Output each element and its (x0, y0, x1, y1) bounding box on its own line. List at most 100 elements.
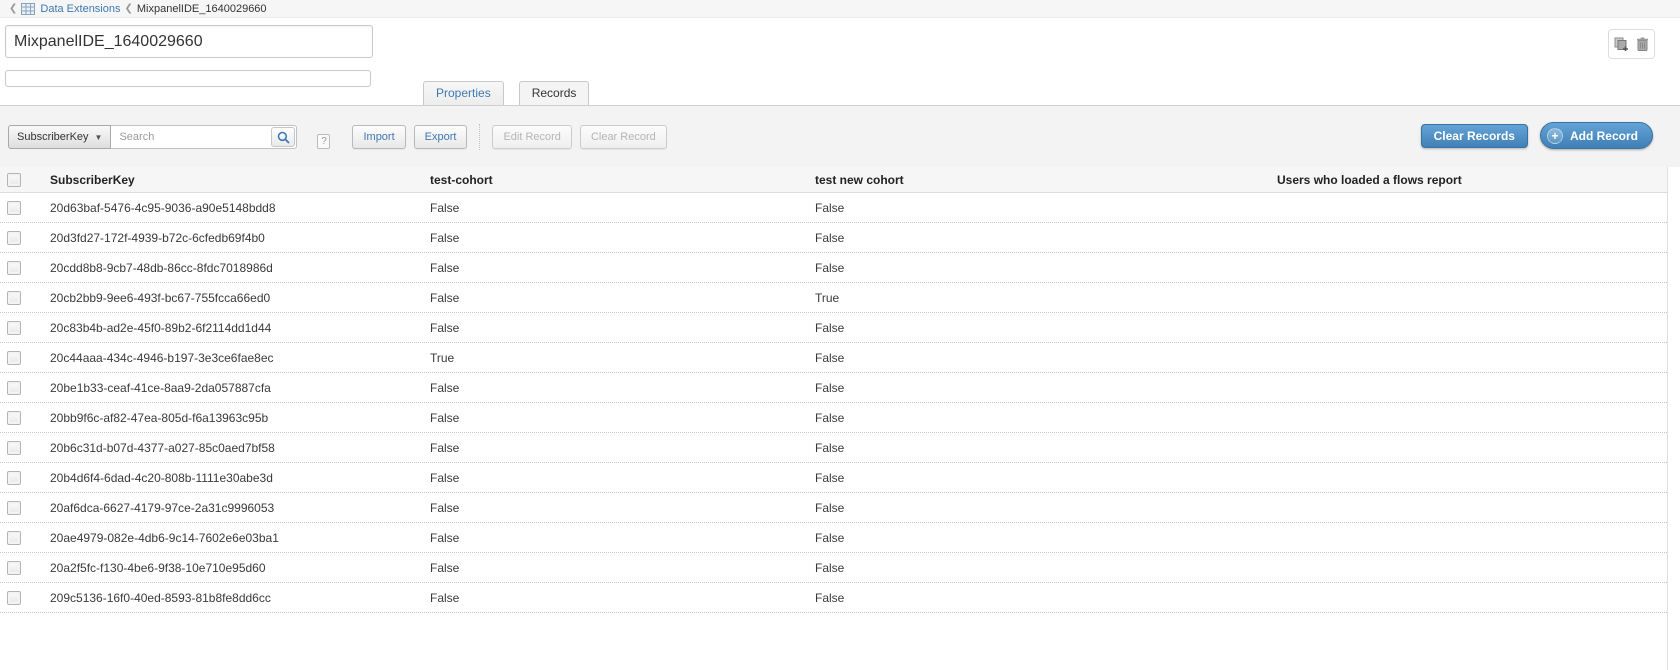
column-header-test-new-cohort[interactable]: test new cohort (807, 173, 1269, 187)
plus-icon: + (1547, 128, 1563, 144)
search-button[interactable] (271, 127, 295, 147)
add-record-button[interactable]: + Add Record (1540, 122, 1653, 149)
cell-subscriberkey: 209c5136-16f0-40ed-8593-81b8fe8dd6cc (42, 591, 422, 605)
cell-test-new-cohort: False (807, 411, 1269, 425)
cell-test-new-cohort: False (807, 351, 1269, 365)
table-row[interactable]: 20cb2bb9-9ee6-493f-bc67-755fcca66ed0 Fal… (0, 283, 1667, 313)
cell-test-new-cohort: False (807, 231, 1269, 245)
name-field[interactable] (5, 25, 373, 58)
description-field[interactable] (5, 70, 371, 87)
cell-test-new-cohort: False (807, 441, 1269, 455)
chevron-down-icon: ▼ (95, 133, 103, 142)
table-row[interactable]: 20b4d6f4-6dad-4c20-808b-1111e30abe3d Fal… (0, 463, 1667, 493)
cell-test-cohort: False (422, 561, 807, 575)
records-toolbar: SubscriberKey ▼ ? Import Export Edit Rec… (0, 105, 1680, 167)
row-checkbox[interactable] (7, 501, 21, 515)
table-row[interactable]: 20be1b33-ceaf-41ce-8aa9-2da057887cfa Fal… (0, 373, 1667, 403)
table-row[interactable]: 20a2f5fc-f130-4be6-9f38-10e710e95d60 Fal… (0, 553, 1667, 583)
cell-test-cohort: False (422, 321, 807, 335)
add-record-label: Add Record (1570, 129, 1638, 143)
table-row[interactable]: 20bb9f6c-af82-47ea-805d-f6a13963c95b Fal… (0, 403, 1667, 433)
select-all-checkbox[interactable] (7, 173, 21, 187)
table-row[interactable]: 209c5136-16f0-40ed-8593-81b8fe8dd6cc Fal… (0, 583, 1667, 613)
tab-bar: Properties Records (423, 81, 589, 106)
cell-subscriberkey: 20bb9f6c-af82-47ea-805d-f6a13963c95b (42, 411, 422, 425)
table-row[interactable]: 20b6c31d-b07d-4377-a027-85c0aed7bf58 Fal… (0, 433, 1667, 463)
breadcrumb: ❮ Data Extensions ❮ MixpanelIDE_16400296… (0, 0, 1680, 18)
cell-test-new-cohort: False (807, 591, 1269, 605)
breadcrumb-data-extensions-link[interactable]: Data Extensions (40, 3, 120, 15)
cell-subscriberkey: 20d63baf-5476-4c95-9036-a90e5148bdd8 (42, 201, 422, 215)
row-checkbox[interactable] (7, 531, 21, 545)
row-checkbox[interactable] (7, 441, 21, 455)
cell-test-new-cohort: False (807, 471, 1269, 485)
cell-test-new-cohort: True (807, 291, 1269, 305)
table-row[interactable]: 20c83b4b-ad2e-45f0-89b2-6f2114dd1d44 Fal… (0, 313, 1667, 343)
search-field-dropdown[interactable]: SubscriberKey ▼ (8, 125, 111, 149)
import-button[interactable]: Import (352, 125, 405, 149)
column-header-flows-report[interactable]: Users who loaded a flows report (1269, 173, 1667, 187)
cell-subscriberkey: 20af6dca-6627-4179-97ce-2a31c9996053 (42, 501, 422, 515)
cell-subscriberkey: 20be1b33-ceaf-41ce-8aa9-2da057887cfa (42, 381, 422, 395)
cell-subscriberkey: 20c44aaa-434c-4946-b197-3e3ce6fae8ec (42, 351, 422, 365)
table-row[interactable]: 20c44aaa-434c-4946-b197-3e3ce6fae8ec Tru… (0, 343, 1667, 373)
cell-subscriberkey: 20a2f5fc-f130-4be6-9f38-10e710e95d60 (42, 561, 422, 575)
row-checkbox[interactable] (7, 201, 21, 215)
row-checkbox[interactable] (7, 411, 21, 425)
toolbar-left-group: SubscriberKey ▼ ? Import Export Edit Rec… (8, 124, 667, 150)
row-checkbox[interactable] (7, 231, 21, 245)
table-row[interactable]: 20d3fd27-172f-4939-b72c-6cfedb69f4b0 Fal… (0, 223, 1667, 253)
trash-icon[interactable] (1636, 37, 1649, 51)
clear-record-button[interactable]: Clear Record (580, 125, 667, 149)
cell-subscriberkey: 20b4d6f4-6dad-4c20-808b-1111e30abe3d (42, 471, 422, 485)
cell-test-cohort: False (422, 471, 807, 485)
cell-test-cohort: False (422, 501, 807, 515)
header-actions (1608, 29, 1655, 59)
row-checkbox[interactable] (7, 321, 21, 335)
cell-subscriberkey: 20ae4979-082e-4db6-9c14-7602e6e03ba1 (42, 531, 422, 545)
row-checkbox[interactable] (7, 561, 21, 575)
help-icon[interactable]: ? (317, 134, 330, 149)
cell-test-cohort: False (422, 381, 807, 395)
search-wrap (111, 125, 297, 149)
cell-test-cohort: False (422, 531, 807, 545)
tab-properties[interactable]: Properties (423, 81, 504, 106)
cell-test-new-cohort: False (807, 531, 1269, 545)
row-checkbox[interactable] (7, 381, 21, 395)
cell-test-cohort: False (422, 201, 807, 215)
copy-icon[interactable] (1614, 37, 1629, 51)
row-checkbox[interactable] (7, 471, 21, 485)
table-row[interactable]: 20ae4979-082e-4db6-9c14-7602e6e03ba1 Fal… (0, 523, 1667, 553)
column-header-subscriberkey[interactable]: SubscriberKey (42, 173, 422, 187)
search-field-dropdown-value: SubscriberKey (17, 131, 89, 143)
column-header-test-cohort[interactable]: test-cohort (422, 173, 807, 187)
cell-subscriberkey: 20b6c31d-b07d-4377-a027-85c0aed7bf58 (42, 441, 422, 455)
toolbar-divider (479, 124, 480, 150)
header-area: Properties Records (0, 18, 1680, 105)
back-chevron-icon[interactable]: ❮ (9, 3, 17, 14)
cell-test-cohort: False (422, 261, 807, 275)
cell-test-new-cohort: False (807, 561, 1269, 575)
table-row[interactable]: 20cdd8b8-9cb7-48db-86cc-8fdc7018986d Fal… (0, 253, 1667, 283)
row-checkbox[interactable] (7, 261, 21, 275)
row-checkbox[interactable] (7, 591, 21, 605)
cell-test-cohort: False (422, 291, 807, 305)
edit-record-button[interactable]: Edit Record (492, 125, 571, 149)
clear-records-button[interactable]: Clear Records (1421, 124, 1528, 148)
tab-records[interactable]: Records (519, 81, 590, 106)
data-extension-grid-icon (21, 3, 35, 15)
table-row[interactable]: 20d63baf-5476-4c95-9036-a90e5148bdd8 Fal… (0, 193, 1667, 223)
cell-subscriberkey: 20d3fd27-172f-4939-b72c-6cfedb69f4b0 (42, 231, 422, 245)
cell-test-cohort: False (422, 411, 807, 425)
search-icon (277, 131, 290, 144)
row-checkbox[interactable] (7, 291, 21, 305)
cell-subscriberkey: 20cb2bb9-9ee6-493f-bc67-755fcca66ed0 (42, 291, 422, 305)
records-table: SubscriberKey test-cohort test new cohor… (0, 167, 1668, 670)
row-checkbox[interactable] (7, 351, 21, 365)
table-row[interactable]: 20af6dca-6627-4179-97ce-2a31c9996053 Fal… (0, 493, 1667, 523)
breadcrumb-current: MixpanelIDE_1640029660 (137, 3, 267, 15)
search-input[interactable] (111, 125, 297, 149)
cell-test-new-cohort: False (807, 501, 1269, 515)
export-button[interactable]: Export (414, 125, 468, 149)
table-header-row: SubscriberKey test-cohort test new cohor… (0, 167, 1667, 193)
